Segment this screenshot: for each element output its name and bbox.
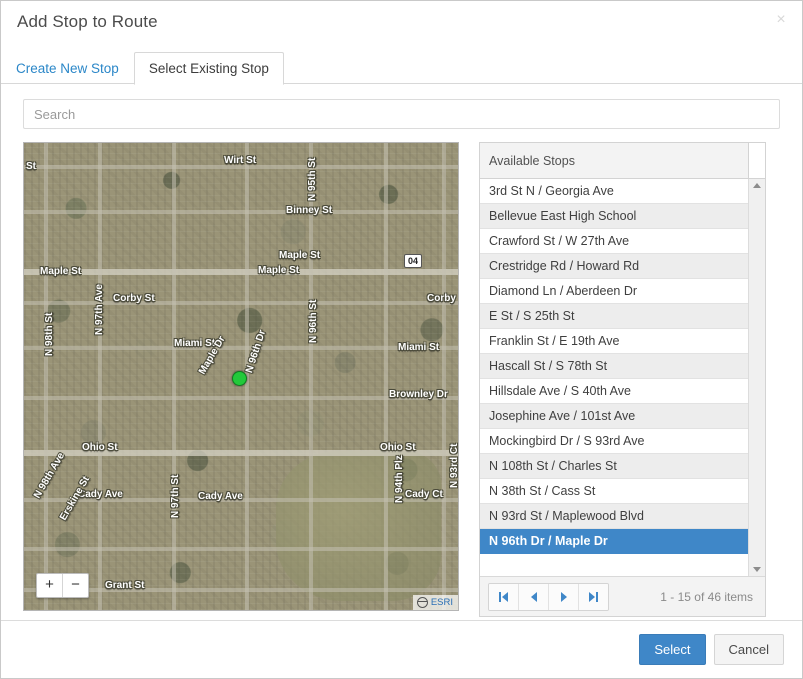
cancel-button[interactable]: Cancel bbox=[714, 634, 784, 665]
select-button[interactable]: Select bbox=[639, 634, 705, 665]
search-input[interactable] bbox=[23, 99, 780, 129]
map-road bbox=[24, 346, 458, 350]
map-road bbox=[309, 143, 313, 610]
list-item[interactable]: N 38th St / Cass St bbox=[480, 479, 748, 504]
previous-page-button[interactable] bbox=[518, 584, 548, 610]
last-page-icon bbox=[596, 592, 598, 602]
page-title: Add Stop to Route bbox=[17, 12, 158, 32]
list-item[interactable]: N 108th St / Charles St bbox=[480, 454, 748, 479]
column-header-available-stops[interactable]: Available Stops bbox=[480, 143, 748, 178]
grid-rows: 3rd St N / Georgia Ave Bellevue East Hig… bbox=[480, 179, 748, 576]
next-page-button[interactable] bbox=[548, 584, 578, 610]
list-item[interactable]: Hascall St / S 78th St bbox=[480, 354, 748, 379]
content-row: Wirt St N 95th St Binney St Maple St Map… bbox=[23, 129, 780, 617]
first-page-icon bbox=[499, 592, 501, 602]
globe-icon bbox=[417, 597, 428, 608]
map-park-area bbox=[276, 451, 441, 600]
dialog-footer: Select Cancel bbox=[1, 620, 802, 678]
map-road bbox=[24, 547, 458, 551]
list-item[interactable]: Mockingbird Dr / S 93rd Ave bbox=[480, 429, 748, 454]
add-stop-dialog: Add Stop to Route × Create New Stop Sele… bbox=[0, 0, 803, 679]
list-item[interactable]: Crestridge Rd / Howard Rd bbox=[480, 254, 748, 279]
highway-shield-icon: 04 bbox=[404, 254, 422, 268]
list-item[interactable]: Crawford St / W 27th Ave bbox=[480, 229, 748, 254]
grid-scroll-area: 3rd St N / Georgia Ave Bellevue East Hig… bbox=[480, 179, 765, 576]
grid-vertical-scrollbar[interactable] bbox=[748, 179, 765, 576]
zoom-in-button[interactable]: + bbox=[37, 574, 62, 597]
map-panel[interactable]: Wirt St N 95th St Binney St Maple St Map… bbox=[23, 142, 459, 611]
pager-item-count: 1 - 15 of 46 items bbox=[660, 590, 753, 604]
search-row bbox=[23, 84, 780, 129]
map-road bbox=[442, 143, 446, 610]
grid-header-scroll-spacer bbox=[748, 143, 765, 178]
last-page-button[interactable] bbox=[578, 584, 608, 610]
map-road bbox=[24, 301, 458, 305]
previous-page-icon bbox=[531, 592, 537, 602]
scroll-up-arrow-icon[interactable] bbox=[753, 183, 761, 188]
close-icon[interactable]: × bbox=[770, 9, 792, 31]
map-road bbox=[24, 269, 458, 275]
map-road bbox=[384, 143, 388, 610]
map-stop-marker[interactable] bbox=[232, 371, 247, 386]
map-road bbox=[24, 396, 458, 400]
tabstrip: Create New Stop Select Existing Stop bbox=[1, 51, 802, 84]
list-item[interactable]: Josephine Ave / 101st Ave bbox=[480, 404, 748, 429]
zoom-out-button[interactable]: − bbox=[62, 574, 88, 597]
list-item-selected[interactable]: N 96th Dr / Maple Dr bbox=[480, 529, 748, 554]
map-road bbox=[24, 165, 458, 169]
map-road bbox=[44, 143, 48, 610]
list-item[interactable]: Bellevue East High School bbox=[480, 204, 748, 229]
list-item[interactable]: 3rd St N / Georgia Ave bbox=[480, 179, 748, 204]
grid-header-row: Available Stops bbox=[480, 143, 765, 179]
dialog-body: Wirt St N 95th St Binney St Maple St Map… bbox=[1, 84, 802, 617]
next-page-icon bbox=[561, 592, 567, 602]
map-road bbox=[24, 588, 458, 592]
map-road bbox=[172, 143, 176, 610]
map-road bbox=[24, 210, 458, 214]
map-zoom-controls: + − bbox=[36, 573, 89, 598]
scroll-down-arrow-icon[interactable] bbox=[753, 567, 761, 572]
list-item[interactable]: Hillsdale Ave / S 40th Ave bbox=[480, 379, 748, 404]
available-stops-grid: Available Stops 3rd St N / Georgia Ave B… bbox=[479, 142, 766, 617]
map-attribution-text: ESRI bbox=[431, 597, 453, 608]
list-item[interactable]: N 93rd St / Maplewood Blvd bbox=[480, 504, 748, 529]
map-road bbox=[98, 143, 102, 610]
first-page-button[interactable] bbox=[489, 584, 518, 610]
list-item[interactable]: Franklin St / E 19th Ave bbox=[480, 329, 748, 354]
tab-create-new-stop[interactable]: Create New Stop bbox=[1, 52, 134, 84]
map-road bbox=[24, 498, 458, 502]
grid-empty-filler bbox=[480, 554, 748, 576]
dialog-header: Add Stop to Route × bbox=[1, 1, 802, 42]
last-page-icon bbox=[589, 592, 595, 602]
grid-pager: 1 - 15 of 46 items bbox=[480, 576, 765, 616]
map-attribution: ESRI bbox=[413, 595, 458, 610]
first-page-icon bbox=[502, 592, 508, 602]
list-item[interactable]: E St / S 25th St bbox=[480, 304, 748, 329]
list-item[interactable]: Diamond Ln / Aberdeen Dr bbox=[480, 279, 748, 304]
pager-button-group bbox=[488, 583, 609, 611]
map-road bbox=[24, 450, 458, 456]
tab-select-existing-stop[interactable]: Select Existing Stop bbox=[134, 52, 284, 85]
